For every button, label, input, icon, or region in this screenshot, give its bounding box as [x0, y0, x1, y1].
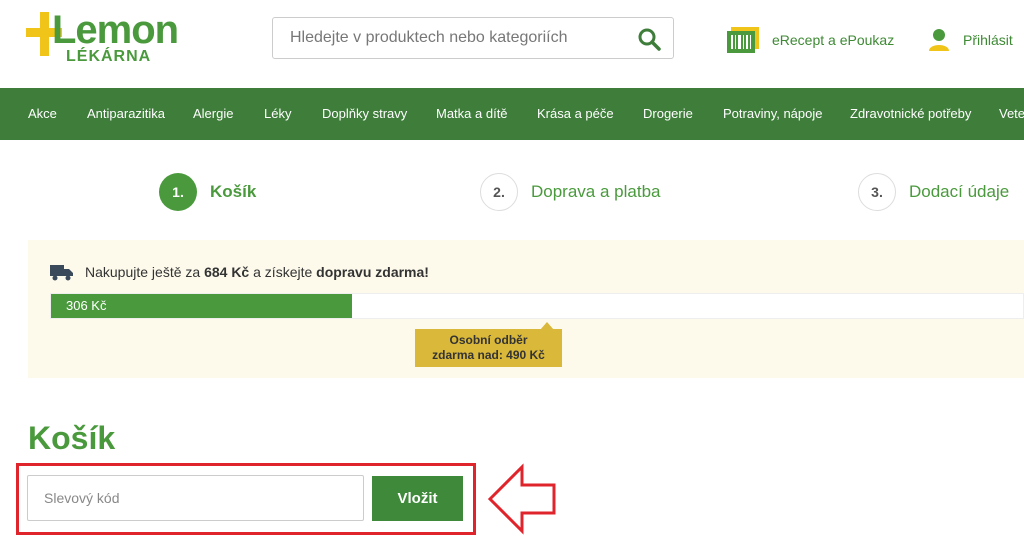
step-number: 1. — [159, 173, 197, 211]
search-input[interactable] — [273, 18, 623, 58]
free-shipping-message: Nakupujte ještě za 684 Kč a získejte dop… — [50, 262, 429, 282]
apply-coupon-button[interactable]: Vložit — [372, 476, 463, 521]
site-header: Lemon LÉKÁRNA eRecept a ePoukaz Přihlási… — [0, 0, 1024, 88]
nav-item-zdravotnicke-potreby[interactable]: Zdravotnické potřeby — [850, 88, 971, 140]
nav-item-akce[interactable]: Akce — [28, 88, 57, 140]
lemon-lekarna-logo[interactable]: Lemon LÉKÁRNA — [26, 8, 196, 68]
nav-item-alergie[interactable]: Alergie — [193, 88, 233, 140]
shipping-text-prefix: Nakupujte ještě za — [85, 264, 201, 280]
pickup-threshold-tooltip: Osobní odběr zdarma nad: 490 Kč — [415, 329, 562, 367]
login-link[interactable]: Přihlásit — [928, 26, 1013, 54]
shipping-text-middle: a získejte — [253, 264, 313, 280]
truck-icon — [50, 265, 73, 281]
shipping-free-label: dopravu zdarma! — [316, 264, 429, 280]
nav-item-veterina[interactable]: Vete — [999, 88, 1024, 140]
step-shipping-payment[interactable]: 2. Doprava a platba — [480, 173, 660, 211]
nav-item-matka-a-dite[interactable]: Matka a dítě — [436, 88, 508, 140]
logo-subtitle: LÉKÁRNA — [66, 48, 152, 65]
search-box — [272, 17, 674, 59]
nav-item-leky[interactable]: Léky — [264, 88, 291, 140]
nav-item-krasa-a-pece[interactable]: Krása a péče — [537, 88, 614, 140]
tooltip-line-2: zdarma nad: 490 Kč — [432, 348, 545, 362]
erecept-label: eRecept a ePoukaz — [772, 32, 895, 48]
nav-item-doplnky-stravy[interactable]: Doplňky stravy — [322, 88, 407, 140]
shipping-remaining-amount: 684 Kč — [204, 264, 250, 280]
category-nav: Akce Antiparazitika Alergie Léky Doplňky… — [0, 88, 1024, 140]
step-delivery-details[interactable]: 3. Dodací údaje — [858, 173, 1009, 211]
free-shipping-panel: Nakupujte ještě za 684 Kč a získejte dop… — [28, 240, 1024, 378]
tooltip-line-1: Osobní odběr — [449, 333, 528, 347]
cart-title: Košík — [28, 420, 116, 456]
user-icon — [929, 29, 949, 51]
search-icon[interactable] — [637, 27, 661, 51]
login-label: Přihlásit — [963, 32, 1013, 48]
step-number: 2. — [480, 173, 518, 211]
step-label: Košík — [210, 182, 257, 201]
coupon-code-input[interactable] — [27, 475, 364, 521]
erecept-link[interactable]: eRecept a ePoukaz — [727, 26, 894, 54]
step-cart[interactable]: 1. Košík — [159, 173, 256, 211]
barcode-card-icon — [727, 27, 759, 53]
shipping-progress-bar: 306 Kč — [50, 293, 1024, 319]
step-label: Doprava a platba — [531, 182, 661, 201]
step-number: 3. — [858, 173, 896, 211]
nav-item-antiparazitika[interactable]: Antiparazitika — [87, 88, 165, 140]
logo-word: Lemon — [52, 8, 179, 52]
nav-item-drogerie[interactable]: Drogerie — [643, 88, 693, 140]
annotation-arrow-icon — [487, 463, 556, 535]
shipping-progress-value: 306 Kč — [66, 298, 107, 313]
nav-item-potraviny-napoje[interactable]: Potraviny, nápoje — [723, 88, 823, 140]
step-label: Dodací údaje — [909, 182, 1010, 201]
